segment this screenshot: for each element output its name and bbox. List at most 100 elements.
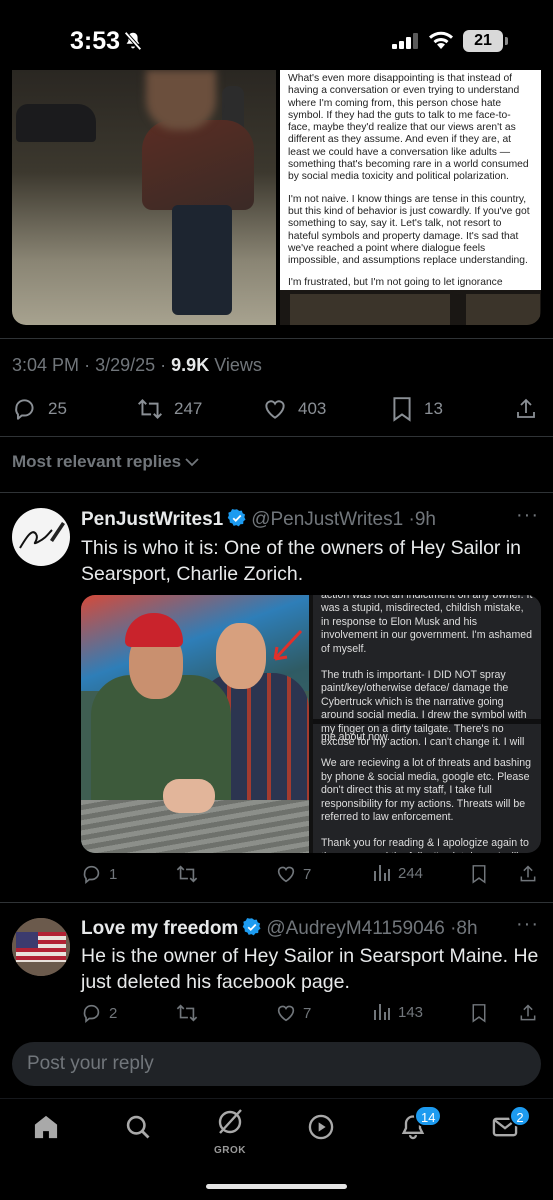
views-label: Views	[214, 355, 262, 375]
cellular-signal-icon	[392, 33, 420, 54]
reply-icon	[15, 399, 34, 420]
reply-author-name[interactable]: PenJustWrites1	[81, 509, 223, 530]
tweet-date: 3/29/25	[95, 355, 156, 375]
reply-author-name[interactable]: Love my freedom	[81, 918, 238, 939]
tab-search[interactable]	[124, 1113, 152, 1146]
share-icon	[517, 398, 535, 418]
thumbnail	[290, 294, 450, 325]
like-button[interactable]: 7	[275, 863, 311, 885]
battery-tip	[505, 37, 508, 45]
reply-button[interactable]: 2	[81, 1002, 117, 1024]
reply-media[interactable]: action was not an indictment on any owne…	[81, 595, 541, 853]
bookmark-button[interactable]: 13	[390, 396, 443, 422]
repost-button[interactable]	[175, 863, 199, 885]
tab-notifications[interactable]: 14	[399, 1105, 443, 1146]
notifications-badge: 14	[414, 1105, 443, 1127]
reply-text: He is the owner of Hey Sailor in Searspo…	[81, 945, 539, 993]
tweet-screenshot-text[interactable]: What's even more disappointing is that i…	[280, 70, 541, 313]
more-options-icon[interactable]: ···	[516, 504, 539, 527]
tab-messages[interactable]: 2	[491, 1105, 531, 1146]
divider	[0, 492, 553, 493]
tweet-photo[interactable]	[12, 70, 276, 325]
share-button[interactable]	[514, 396, 538, 422]
screenshot-paragraph: I'm not naive. I know things are tense i…	[288, 193, 530, 267]
tweet-meta: 3:04 PM · 3/29/25 · 9.9K Views	[12, 355, 262, 375]
share-button[interactable]	[518, 1002, 538, 1024]
heart-icon	[265, 400, 285, 419]
reply-icon	[83, 865, 100, 885]
reply-input[interactable]: Post your reply	[12, 1042, 541, 1086]
screenshot-separator	[313, 719, 541, 724]
reply-actions: 1 7 244	[0, 863, 553, 887]
share-button[interactable]	[518, 863, 538, 885]
screenshot-paragraph: What's even more disappointing is that i…	[288, 73, 529, 183]
screenshot-thumbnails[interactable]	[280, 290, 541, 325]
tweet-media[interactable]: What's even more disappointing is that i…	[12, 70, 541, 325]
search-icon	[126, 1115, 150, 1139]
like-count: 7	[303, 1004, 312, 1022]
thumbnail	[466, 294, 540, 325]
photo-car	[16, 104, 96, 142]
repost-count: 247	[174, 399, 203, 418]
views-chart-icon	[374, 1004, 390, 1020]
home-icon	[34, 1115, 58, 1139]
reply-author-handle[interactable]: @AudreyM41159046	[266, 918, 444, 939]
repost-button[interactable]	[175, 1002, 199, 1024]
tab-video[interactable]	[307, 1113, 335, 1146]
like-button[interactable]: 403	[262, 396, 326, 422]
reply-count: 25	[48, 399, 67, 418]
red-arrow-icon	[273, 629, 303, 661]
status-time: 3:53	[70, 27, 121, 55]
play-circle-icon	[308, 1114, 334, 1140]
bookmark-button[interactable]	[470, 863, 488, 885]
like-count: 403	[298, 399, 327, 418]
screenshot-block-bottom: me about now. We are recieving a lot of …	[321, 731, 532, 853]
reply-count: 1	[109, 865, 118, 883]
bookmark-icon	[472, 865, 486, 884]
tab-grok[interactable]: GROK	[214, 1105, 246, 1156]
grok-icon	[218, 1109, 242, 1134]
divider	[0, 902, 553, 903]
tab-home[interactable]	[32, 1113, 60, 1146]
photo-face-right	[216, 623, 266, 689]
reply-icon	[83, 1004, 100, 1024]
photo-blurred-head	[146, 70, 216, 130]
pen-signature-icon	[19, 522, 65, 549]
messages-badge: 2	[509, 1105, 531, 1127]
photo-legs	[172, 205, 232, 315]
tweet-actions: 25 247 403 13	[0, 396, 553, 424]
verified-badge-icon	[227, 508, 247, 534]
repost-button[interactable]: 247	[136, 396, 202, 422]
reply-age: 9h	[414, 509, 436, 530]
chevron-down-icon	[185, 458, 199, 467]
home-indicator[interactable]	[206, 1184, 347, 1189]
reply-count: 2	[109, 1004, 118, 1022]
reply-photo[interactable]	[81, 595, 309, 853]
reply-actions: 2 7 143	[0, 1002, 553, 1026]
reply-author-handle[interactable]: @PenJustWrites1	[251, 509, 403, 530]
reply-screenshot-text[interactable]: action was not an indictment on any owne…	[313, 595, 541, 853]
bookmark-button[interactable]	[470, 1002, 488, 1024]
reply-button[interactable]: 25	[12, 396, 67, 422]
like-count: 7	[303, 865, 312, 883]
bookmark-count: 13	[424, 399, 443, 418]
grok-label: GROK	[214, 1145, 246, 1156]
reply-header: PenJustWrites1 @PenJustWrites1 ·9h	[81, 508, 436, 534]
views-count: 9.9K	[171, 355, 210, 375]
avatar[interactable]	[12, 918, 70, 976]
views-button[interactable]: 143	[372, 1002, 423, 1022]
photo-person	[132, 70, 262, 320]
avatar[interactable]	[12, 508, 70, 566]
photo-jacket	[142, 120, 254, 210]
wifi-icon	[428, 30, 454, 55]
share-icon	[520, 1004, 536, 1021]
views-button[interactable]: 244	[372, 863, 423, 883]
more-options-icon[interactable]: ···	[516, 913, 539, 936]
reply-button[interactable]: 1	[81, 863, 117, 885]
like-button[interactable]: 7	[275, 1002, 311, 1024]
photo-hands	[163, 779, 215, 813]
replies-sort-dropdown[interactable]: Most relevant replies	[12, 452, 199, 472]
battery-indicator: 21	[463, 30, 503, 52]
repost-icon	[138, 399, 162, 419]
bookmark-icon	[393, 397, 411, 422]
